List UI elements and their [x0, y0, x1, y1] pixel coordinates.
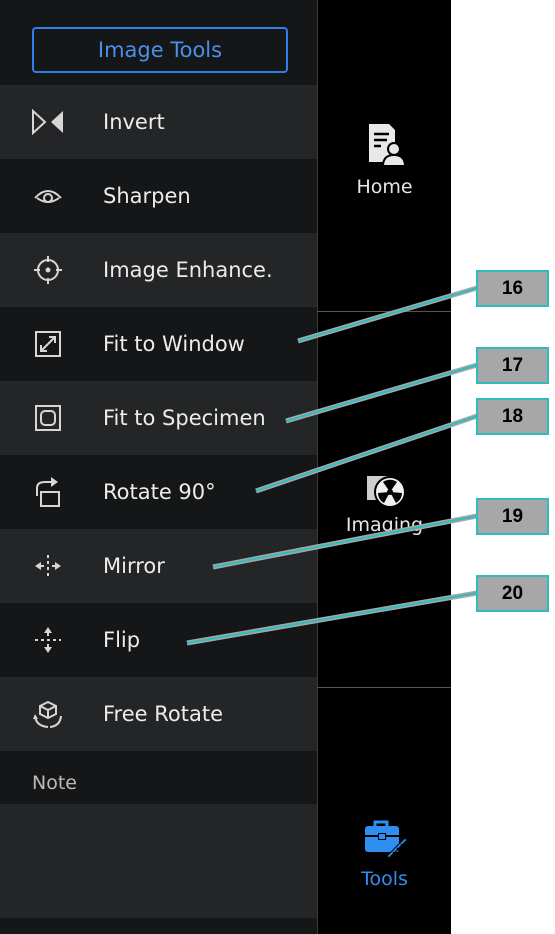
callout-16: 16 [476, 270, 549, 307]
callout-20: 20 [476, 575, 549, 612]
callout-19: 19 [476, 498, 549, 535]
callout-17: 17 [476, 347, 549, 384]
callout-18: 18 [476, 398, 549, 435]
callout-leader-lines [186, 285, 478, 646]
